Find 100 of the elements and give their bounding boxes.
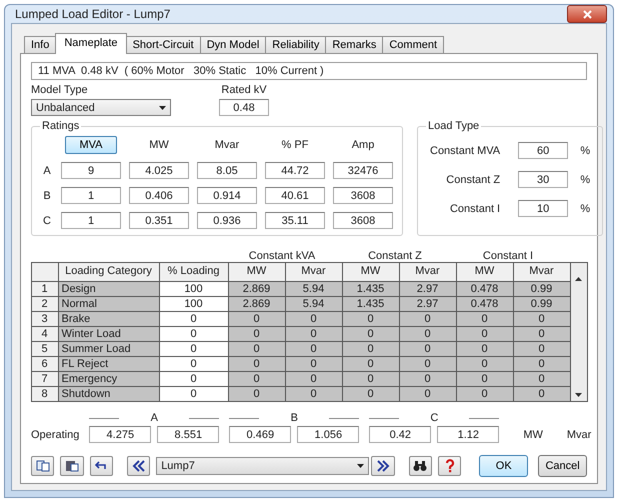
tab[interactable]: Remarks [325, 36, 384, 54]
table-cell: 0 [342, 357, 398, 371]
model-type-dropdown[interactable]: Unbalanced [31, 99, 171, 116]
row-number: 1 [32, 282, 58, 296]
load-type-field[interactable]: 10 [518, 200, 568, 217]
table-cell: 1.435 [342, 282, 398, 296]
rating-field[interactable]: 4.025 [129, 162, 189, 179]
table-cell: 5.94 [286, 282, 342, 296]
double-chevron-left-icon [132, 460, 146, 472]
table-cell: 0 [286, 342, 342, 356]
table-cell: 0.99 [514, 282, 570, 296]
operating-mw-field[interactable]: 0.469 [229, 426, 292, 443]
rating-field[interactable]: 32476 [333, 162, 393, 179]
phase-label: B [43, 190, 51, 202]
double-chevron-right-icon [376, 460, 390, 472]
table-cell: 0 [400, 312, 456, 326]
row-number: 7 [32, 372, 58, 386]
rating-field[interactable]: 35.11 [265, 212, 325, 229]
rating-field[interactable]: 44.72 [265, 162, 325, 179]
dialog-button[interactable]: Cancel [538, 455, 588, 477]
close-icon [582, 10, 592, 18]
rating-field[interactable]: 3608 [333, 187, 393, 204]
operating-mvar-field[interactable]: 1.056 [297, 426, 360, 443]
operating-mw-field[interactable]: 4.275 [89, 426, 152, 443]
percent-unit: % [580, 144, 590, 156]
operating-mvar-field[interactable]: 1.12 [437, 426, 500, 443]
percent-unit: % [580, 202, 590, 214]
table-cell: 100 [160, 282, 228, 296]
scroll-up-icon [575, 277, 582, 281]
rating-field[interactable]: 8.05 [197, 162, 257, 179]
caret-icon [159, 106, 166, 110]
corner-cell [32, 263, 58, 281]
tab[interactable]: Nameplate [55, 33, 127, 54]
rating-field[interactable]: 0.914 [197, 187, 257, 204]
column-header: MW [342, 263, 398, 281]
rated-kv-field[interactable]: 0.48 [219, 99, 269, 116]
binoculars-icon [413, 460, 428, 472]
table-cell: Brake [58, 312, 158, 326]
table-cell: 0 [160, 312, 228, 326]
tab[interactable]: Comment [382, 36, 444, 54]
phase-label: A [43, 164, 51, 176]
copy-button[interactable] [31, 456, 54, 476]
tab[interactable]: Info [24, 36, 56, 54]
table-cell: 2.869 [228, 297, 284, 311]
column-header: Mvar [214, 139, 240, 151]
table-cell: 0 [228, 387, 284, 401]
table-cell: 100 [160, 297, 228, 311]
tab[interactable]: Reliability [265, 36, 326, 54]
table-cell: 0 [160, 327, 228, 341]
unit-button[interactable]: MVA [65, 136, 117, 154]
next-button[interactable] [371, 456, 395, 476]
table-cell: 0 [160, 357, 228, 371]
previous-button[interactable] [126, 456, 150, 476]
load-type-field[interactable]: 30 [518, 171, 568, 188]
table-cell: 0 [514, 387, 570, 401]
phase-label: B [229, 412, 360, 424]
operating-mw-field[interactable]: 0.42 [369, 426, 432, 443]
rating-field[interactable]: 0.936 [197, 212, 257, 229]
table-cell: 0 [228, 312, 284, 326]
rating-field[interactable]: 0.351 [129, 212, 189, 229]
table-cell: 0 [514, 372, 570, 386]
paste-button[interactable] [60, 456, 84, 476]
load-type-field[interactable]: 60 [518, 142, 568, 159]
rating-field[interactable]: 3608 [333, 212, 393, 229]
table-cell: 0.478 [456, 282, 512, 296]
caret-icon [357, 464, 364, 468]
documents-icon [36, 460, 50, 472]
help-button[interactable] [438, 456, 462, 476]
rating-field[interactable]: 40.61 [265, 187, 325, 204]
column-header: Mvar [400, 263, 456, 281]
table-cell: 0 [400, 372, 456, 386]
rating-field[interactable]: 0.406 [129, 187, 189, 204]
summary-text: 11 MVA 0.48 kV ( 60% Motor 30% Static 10% Current ) [31, 62, 587, 80]
table-cell: 0 [160, 342, 228, 356]
operating-label: Operating [31, 429, 80, 441]
scrollbar[interactable] [570, 263, 586, 401]
table-cell: 2.97 [400, 282, 456, 296]
tab[interactable]: Short-Circuit [126, 36, 201, 54]
tab[interactable]: Dyn Model [200, 36, 266, 54]
table-cell: 0 [456, 372, 512, 386]
table-cell: 0 [342, 312, 398, 326]
table-cell: 0 [514, 312, 570, 326]
table-cell: 0 [342, 327, 398, 341]
close-button[interactable] [567, 5, 607, 23]
table-cell: 0 [228, 342, 284, 356]
undo-button[interactable] [90, 456, 113, 476]
rating-field[interactable]: 1 [61, 212, 121, 229]
window-title: Lumped Load Editor - Lump7 [15, 7, 170, 21]
table-cell: 0 [286, 387, 342, 401]
element-dropdown[interactable]: Lump7 [156, 457, 370, 475]
operating-mvar-field[interactable]: 8.551 [157, 426, 220, 443]
rating-field[interactable]: 9 [61, 162, 121, 179]
dialog-button[interactable]: OK [479, 455, 528, 477]
percent-unit: % [580, 174, 590, 186]
group-header: Constant I [482, 250, 534, 262]
column-header: % Loading [160, 263, 228, 281]
unit-label: MW [523, 429, 543, 441]
find-button[interactable] [408, 456, 432, 476]
rating-field[interactable]: 1 [61, 187, 121, 204]
model-type-label: Model Type [31, 84, 88, 96]
